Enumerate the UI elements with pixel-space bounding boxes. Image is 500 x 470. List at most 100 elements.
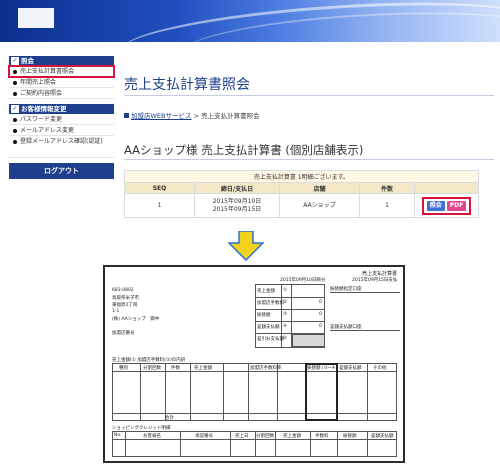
- summary-label: 売上金額: [257, 289, 275, 294]
- column-header: 件数: [171, 366, 180, 371]
- column-header: 手数料: [315, 434, 329, 439]
- sidebar-group-header[interactable]: ✓ お客様情報変更: [9, 104, 114, 114]
- doc-pay-date: 2015年09月15日支払: [352, 278, 398, 283]
- doc-postal: 683-0802: [112, 288, 134, 293]
- divider: [140, 363, 141, 421]
- column-header: No.: [114, 433, 122, 438]
- column-header: SEQ: [124, 182, 195, 194]
- summary-label: 差引お支払額: [257, 337, 284, 342]
- main-content: 売上支払計算書照会 加盟店WEBサービス > 売上支払計算書照会 AAショップ様…: [124, 56, 494, 218]
- summary-value: 0: [319, 324, 322, 329]
- column-header: 差額支払額: [371, 434, 394, 439]
- bullet-icon: [13, 129, 17, 133]
- sidebar-group-title: お客様情報変更: [21, 105, 67, 113]
- shop-cell: AAショップ: [279, 193, 360, 218]
- divider: [255, 321, 325, 322]
- pdf-button[interactable]: PDF: [446, 200, 467, 211]
- sidebar-group-title: 照会: [21, 57, 34, 65]
- column-header: 分割回数: [256, 434, 274, 439]
- divider: [255, 309, 325, 310]
- check-icon: ✓: [11, 57, 19, 65]
- sidebar-item-email-verify[interactable]: 登録メールアドレス確認(認証): [9, 136, 114, 158]
- column-header: 振替額: [343, 434, 357, 439]
- section-title: AAショップ様 売上支払計算書 (個別店舗表示): [124, 142, 494, 160]
- count-cell: 1: [359, 193, 415, 218]
- sidebar-item-label: 年間売上照会: [20, 79, 57, 86]
- summary-label: 加盟店手数料: [257, 301, 284, 306]
- divider: [310, 431, 311, 457]
- summary-num: ④: [283, 324, 288, 329]
- summary-total-cell: [292, 334, 325, 347]
- arrow-icon: [124, 113, 129, 118]
- breadcrumb-current: 売上支払計算書照会: [201, 112, 260, 120]
- logo: [18, 8, 54, 28]
- view-button[interactable]: 照会: [426, 200, 445, 211]
- summary-label: 振替額: [257, 313, 271, 318]
- sidebar-group-inquiry: ✓ 照会 売上支払計算書照会 年間売上照会 ご契約内容照会: [8, 56, 115, 99]
- divider: [255, 297, 325, 298]
- seq-cell: 1: [124, 193, 195, 218]
- summary-num: ①: [283, 288, 288, 293]
- divider: [165, 363, 166, 421]
- divider: [125, 431, 126, 457]
- column-header: 店舗: [279, 182, 360, 194]
- divider: [248, 363, 249, 421]
- sidebar-item-label: 売上支払計算書照会: [20, 68, 75, 75]
- doc-member-no: 加盟店番号: [112, 331, 135, 336]
- logout-button[interactable]: ログアウト: [9, 163, 114, 179]
- sidebar-item-label: パスワード変更: [20, 116, 63, 123]
- bullet-icon: [13, 118, 17, 122]
- sidebar-group-account: ✓ お客様情報変更 パスワード変更 メールアドレス変更 登録メールアドレス確認(認…: [9, 104, 114, 158]
- sidebar: ✓ 照会 売上支払計算書照会 年間売上照会 ご契約内容照会 ✓ お客様情報変更 パス…: [8, 56, 115, 179]
- column-header: 分割回数: [143, 366, 161, 371]
- sidebar-item-label: 登録メールアドレス確認(認証): [20, 138, 103, 145]
- bullet-icon: [13, 92, 17, 96]
- summary-num: ②: [283, 300, 288, 305]
- breadcrumb-link[interactable]: 加盟店WEBサービス: [131, 112, 192, 120]
- highlight-column: [305, 363, 338, 421]
- doc-address: 鳥取県米子市: [112, 296, 139, 301]
- divider: [275, 431, 276, 457]
- sidebar-group-header[interactable]: ✓ 照会: [9, 56, 114, 66]
- header-banner: [0, 0, 500, 42]
- divider: [367, 431, 368, 457]
- divider: [337, 431, 338, 457]
- summary-value: 0: [319, 312, 322, 317]
- sidebar-item-email[interactable]: メールアドレス変更: [9, 125, 114, 136]
- summary-value: 0: [319, 300, 322, 305]
- table-row: 1 2015年09月10日 2015年09月15日 AAショップ 1 照会 PDF: [124, 193, 479, 218]
- doc-address: 1-1: [112, 309, 120, 314]
- sidebar-item-label: ご契約内容照会: [20, 90, 63, 97]
- column-header: 振替額 (③~④): [307, 366, 338, 371]
- column-header: 差額支払額: [339, 366, 362, 371]
- column-header: その他: [373, 366, 387, 371]
- down-arrow-icon: [228, 231, 264, 261]
- action-buttons: 照会 PDF: [421, 196, 472, 215]
- sidebar-item-label: メールアドレス変更: [20, 127, 75, 134]
- pay-date: 2015年09月15日: [212, 205, 262, 213]
- divider: [230, 431, 231, 457]
- divider: [180, 431, 181, 457]
- divider: [112, 413, 397, 414]
- statement-table: 売上支払計算書 1明細ございます。 SEQ 締日/支払日 店舗 件数 1 201…: [124, 170, 479, 218]
- divider: [190, 363, 191, 421]
- sidebar-item-statement-inquiry[interactable]: 売上支払計算書照会: [8, 65, 115, 78]
- column-header: 売上金額: [194, 366, 212, 371]
- summary-num: ⑤: [283, 336, 288, 341]
- summary-num: ③: [283, 312, 288, 317]
- divider: [223, 363, 224, 421]
- bullet-icon: [13, 140, 17, 144]
- sidebar-item-password[interactable]: パスワード変更: [9, 114, 114, 125]
- divider: [330, 330, 400, 331]
- doc-company: (株) AAショップ 御中: [112, 317, 160, 322]
- bullet-icon: [13, 81, 17, 85]
- date-cell: 2015年09月10日 2015年09月15日: [194, 193, 280, 218]
- column-header: 売上日: [235, 434, 249, 439]
- sidebar-item-contract[interactable]: ご契約内容照会: [9, 88, 114, 99]
- column-header: 件数: [359, 182, 415, 194]
- divider: [112, 371, 397, 372]
- sidebar-item-annual-sales[interactable]: 年間売上照会: [9, 77, 114, 88]
- column-header: 締日/支払日: [194, 182, 280, 194]
- column-header: 加盟店手数料率: [250, 366, 282, 371]
- breadcrumb: 加盟店WEBサービス > 売上支払計算書照会: [124, 110, 494, 120]
